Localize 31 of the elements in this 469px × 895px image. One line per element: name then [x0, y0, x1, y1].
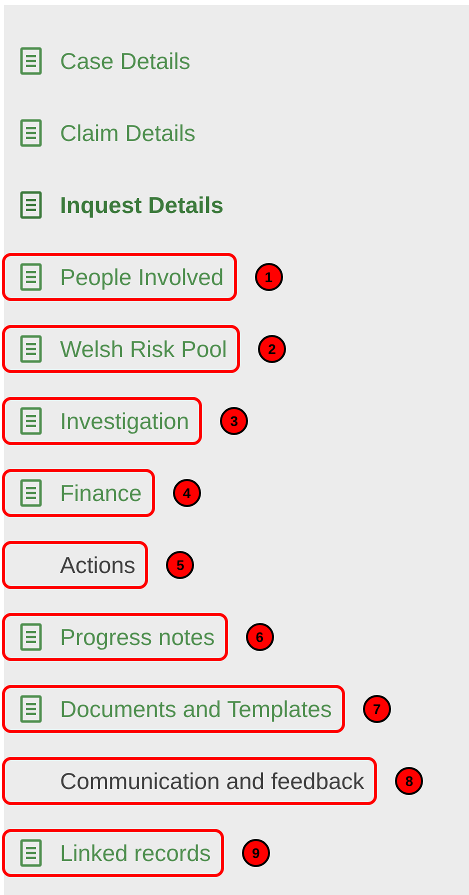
nav-link[interactable]: Welsh Risk Pool	[20, 335, 228, 363]
number-badge: 2	[258, 335, 286, 363]
document-icon	[20, 839, 42, 867]
document-icon	[20, 623, 42, 651]
number-badge: 9	[242, 839, 270, 867]
number-badge: 1	[254, 263, 283, 291]
document-icon	[20, 335, 42, 363]
number-badge: 4	[172, 479, 201, 507]
document-icon	[20, 263, 42, 291]
document-icon	[20, 479, 42, 507]
document-icon	[20, 119, 42, 147]
nav-link[interactable]: Inquest Details	[20, 191, 224, 219]
number-badge: 5	[166, 551, 194, 579]
number-badge: 6	[246, 623, 274, 651]
number-badge: 8	[395, 767, 424, 795]
nav-link[interactable]: Progress notes	[20, 623, 215, 651]
nav-link[interactable]: Finance	[20, 479, 142, 507]
nav-link[interactable]: Case Details	[20, 47, 190, 75]
nav-link[interactable]: Documents and Templates	[20, 695, 332, 723]
nav-link[interactable]: Actions	[20, 551, 136, 579]
nav-link[interactable]: Investigation	[20, 407, 190, 435]
number-badge: 7	[362, 695, 391, 723]
nav-link[interactable]: Communication and feedback	[20, 767, 364, 795]
document-icon	[20, 191, 42, 219]
document-icon	[20, 47, 42, 75]
nav-link[interactable]: People Involved	[20, 263, 224, 291]
number-badge: 3	[220, 407, 248, 435]
document-icon	[20, 695, 42, 723]
document-icon	[20, 407, 42, 435]
nav-link[interactable]: Linked records	[20, 839, 211, 867]
nav-link[interactable]: Claim Details	[20, 119, 196, 147]
